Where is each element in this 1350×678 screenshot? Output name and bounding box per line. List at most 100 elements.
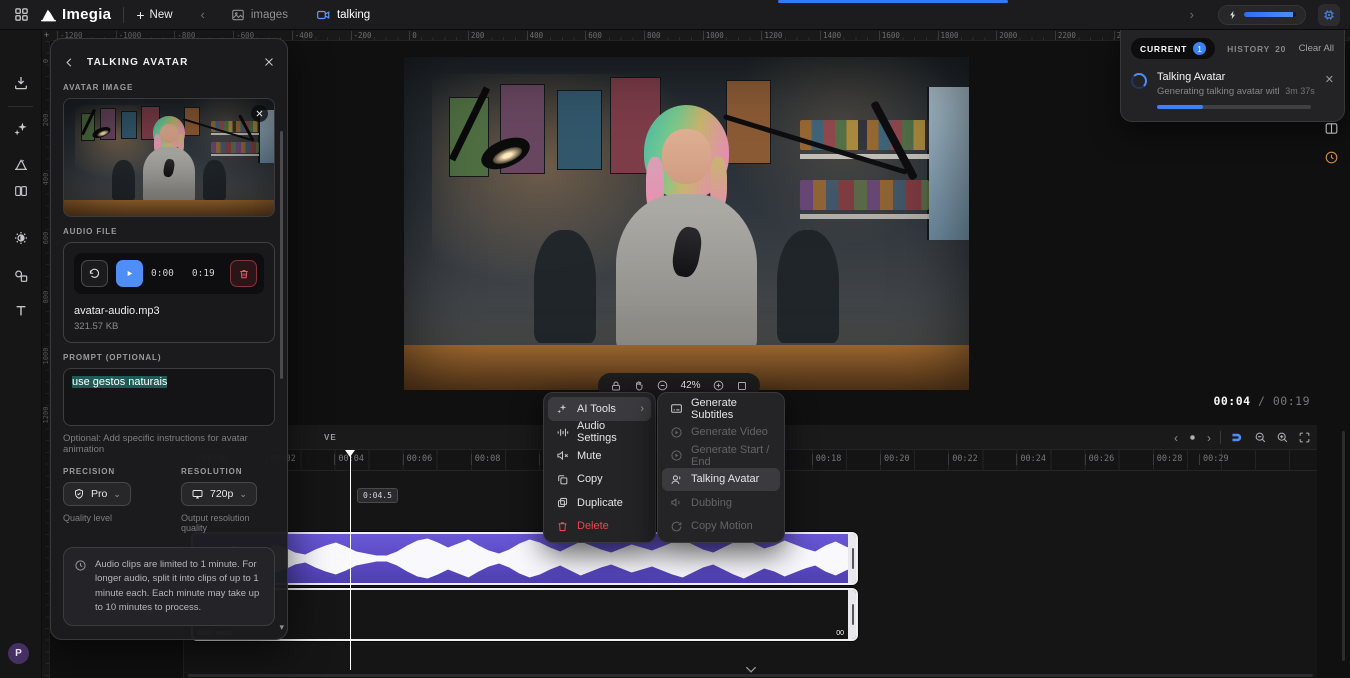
menu-item-audio-settings[interactable]: Audio Settings <box>548 421 651 445</box>
play-circle-icon <box>669 449 683 462</box>
zoom-out-icon[interactable] <box>656 379 669 392</box>
forward-chevron-icon[interactable]: › <box>1190 7 1194 22</box>
avatar-thumb-scene <box>64 99 274 216</box>
lock-icon[interactable] <box>610 380 622 392</box>
tab-current[interactable]: CURRENT 1 <box>1131 38 1215 59</box>
job-progress-track <box>1157 105 1311 109</box>
frame-icon[interactable] <box>736 380 748 392</box>
audio-elapsed: 0:00 <box>151 268 174 279</box>
remove-avatar-image-button[interactable] <box>251 105 268 122</box>
submenu-item-copy-motion: Copy Motion <box>662 515 780 539</box>
delete-audio-button[interactable] <box>230 260 257 287</box>
plus-icon: + <box>136 8 144 22</box>
image-icon <box>231 8 245 22</box>
credits-meter[interactable] <box>1218 5 1306 25</box>
tab-talking[interactable]: talking <box>316 8 370 22</box>
replay-button[interactable] <box>81 260 108 287</box>
prompt-input[interactable]: use gestos naturais <box>63 368 275 426</box>
video-preview[interactable] <box>404 57 969 390</box>
side-panel-toggle-icon[interactable] <box>1324 121 1339 136</box>
dismiss-notification-icon[interactable]: ✕ <box>1325 73 1334 86</box>
precision-hint: Quality level <box>63 513 157 523</box>
ai-chip-icon <box>1322 8 1336 22</box>
ruler-tick-label: -400 <box>292 31 313 40</box>
clear-all-button[interactable]: Clear All <box>1299 43 1334 54</box>
total-time: 00:19 <box>1273 394 1310 408</box>
submenu-item-generate-subtitles[interactable]: Generate Subtitles <box>662 397 780 421</box>
tabs-back-chevron-icon[interactable]: ‹ <box>201 7 205 22</box>
history-clock-icon[interactable] <box>1324 150 1339 165</box>
menu-item-delete[interactable]: Delete <box>548 515 651 539</box>
ruler-corner-button[interactable]: + <box>42 30 51 41</box>
menu-item-label: Delete <box>577 520 609 532</box>
avatar-image-label: AVATAR IMAGE <box>63 83 275 92</box>
snap-magnet-icon[interactable] <box>1230 430 1245 445</box>
ruler-tick-label: 400 <box>42 164 50 194</box>
zoom-level[interactable]: 42% <box>681 380 701 391</box>
pan-hand-icon[interactable] <box>633 380 645 392</box>
pages-icon[interactable] <box>13 184 29 199</box>
menu-item-duplicate[interactable]: Duplicate <box>548 491 651 515</box>
close-icon[interactable] <box>263 56 275 68</box>
video-clip[interactable]: bd37.webp 00 <box>191 588 858 641</box>
audio-file-card: 0:00 0:19 avatar-audio.mp3 321.57 KB <box>63 242 275 343</box>
submenu-item-talking-avatar[interactable]: Talking Avatar <box>662 468 780 492</box>
new-button[interactable]: + New <box>136 8 172 22</box>
prev-frame-icon[interactable]: ‹ <box>1174 432 1178 444</box>
ai-sparkles-icon[interactable] <box>12 121 29 138</box>
resolution-hint: Output resolution quality <box>181 513 275 533</box>
menu-item-mute[interactable]: Mute <box>548 444 651 468</box>
menu-item-copy[interactable]: Copy <box>548 468 651 492</box>
copy-icon <box>555 473 569 486</box>
panel-scrollbar[interactable] <box>280 131 283 379</box>
next-frame-icon[interactable]: › <box>1207 432 1211 444</box>
shapes-icon[interactable] <box>12 268 29 284</box>
submenu-item-generate-start-end: Generate Start / End <box>662 444 780 468</box>
tab-images[interactable]: images <box>231 8 288 22</box>
menu-item-label: Generate Subtitles <box>691 397 773 421</box>
ruler-tick-label: 1200 <box>42 400 50 430</box>
resolution-select[interactable]: 720p ⌄ <box>181 482 257 506</box>
back-chevron-icon[interactable] <box>63 56 81 69</box>
playhead[interactable] <box>350 450 351 670</box>
timeline-hscrollbar[interactable] <box>188 674 1313 677</box>
job-title: Talking Avatar <box>1157 71 1315 83</box>
adjust-icon[interactable] <box>12 230 29 247</box>
magic-hat-icon[interactable] <box>12 157 29 173</box>
apps-grid-icon[interactable] <box>10 4 32 26</box>
app-logo[interactable]: Imegia <box>40 6 111 23</box>
menu-item-ai-tools[interactable]: AI Tools › <box>548 397 651 421</box>
tab-history[interactable]: HISTORY 20 <box>1227 44 1286 54</box>
timeline-collapse-chevron-icon[interactable] <box>744 665 758 674</box>
new-button-label: New <box>150 9 173 21</box>
precision-select[interactable]: Pro ⌄ <box>63 482 131 506</box>
resolution-value: 720p <box>210 488 233 500</box>
monitor-icon <box>191 488 204 500</box>
playhead-tooltip: 0:04.5 <box>357 488 398 503</box>
ai-tools-submenu: Generate Subtitles Generate Video Genera… <box>657 392 785 543</box>
zoom-in-icon[interactable] <box>712 379 725 392</box>
export-icon[interactable] <box>13 75 29 91</box>
clip-trim-handle[interactable] <box>848 589 857 640</box>
user-avatar[interactable]: P <box>8 643 29 664</box>
submenu-chevron-icon: › <box>640 403 644 415</box>
timeline-vscrollbar[interactable] <box>1342 431 1345 661</box>
timeline-zoom-in-icon[interactable] <box>1276 431 1289 444</box>
text-tool-icon[interactable] <box>13 304 28 319</box>
avatar-image-thumbnail[interactable] <box>63 98 275 217</box>
timeline-zoom-out-icon[interactable] <box>1254 431 1267 444</box>
timeline-tick-label: 00:26 <box>1085 454 1115 465</box>
play-button[interactable] <box>116 260 143 287</box>
audio-settings-icon <box>555 426 569 439</box>
menu-item-label: Copy Motion <box>691 520 753 532</box>
ruler-tick-label: 2000 <box>996 31 1017 40</box>
menu-item-label: AI Tools <box>577 403 616 415</box>
fit-expand-icon[interactable] <box>1298 431 1311 444</box>
panel-scroll-down-icon[interactable]: ▾ <box>279 622 284 633</box>
menu-item-label: Generate Start / End <box>691 444 773 468</box>
timeline-tick-label: 00:24 <box>1016 454 1046 465</box>
ai-chip-button[interactable] <box>1318 4 1340 26</box>
stop-icon[interactable] <box>1187 432 1198 443</box>
clip-trim-handle[interactable] <box>848 533 857 584</box>
preview-scene <box>404 57 969 390</box>
